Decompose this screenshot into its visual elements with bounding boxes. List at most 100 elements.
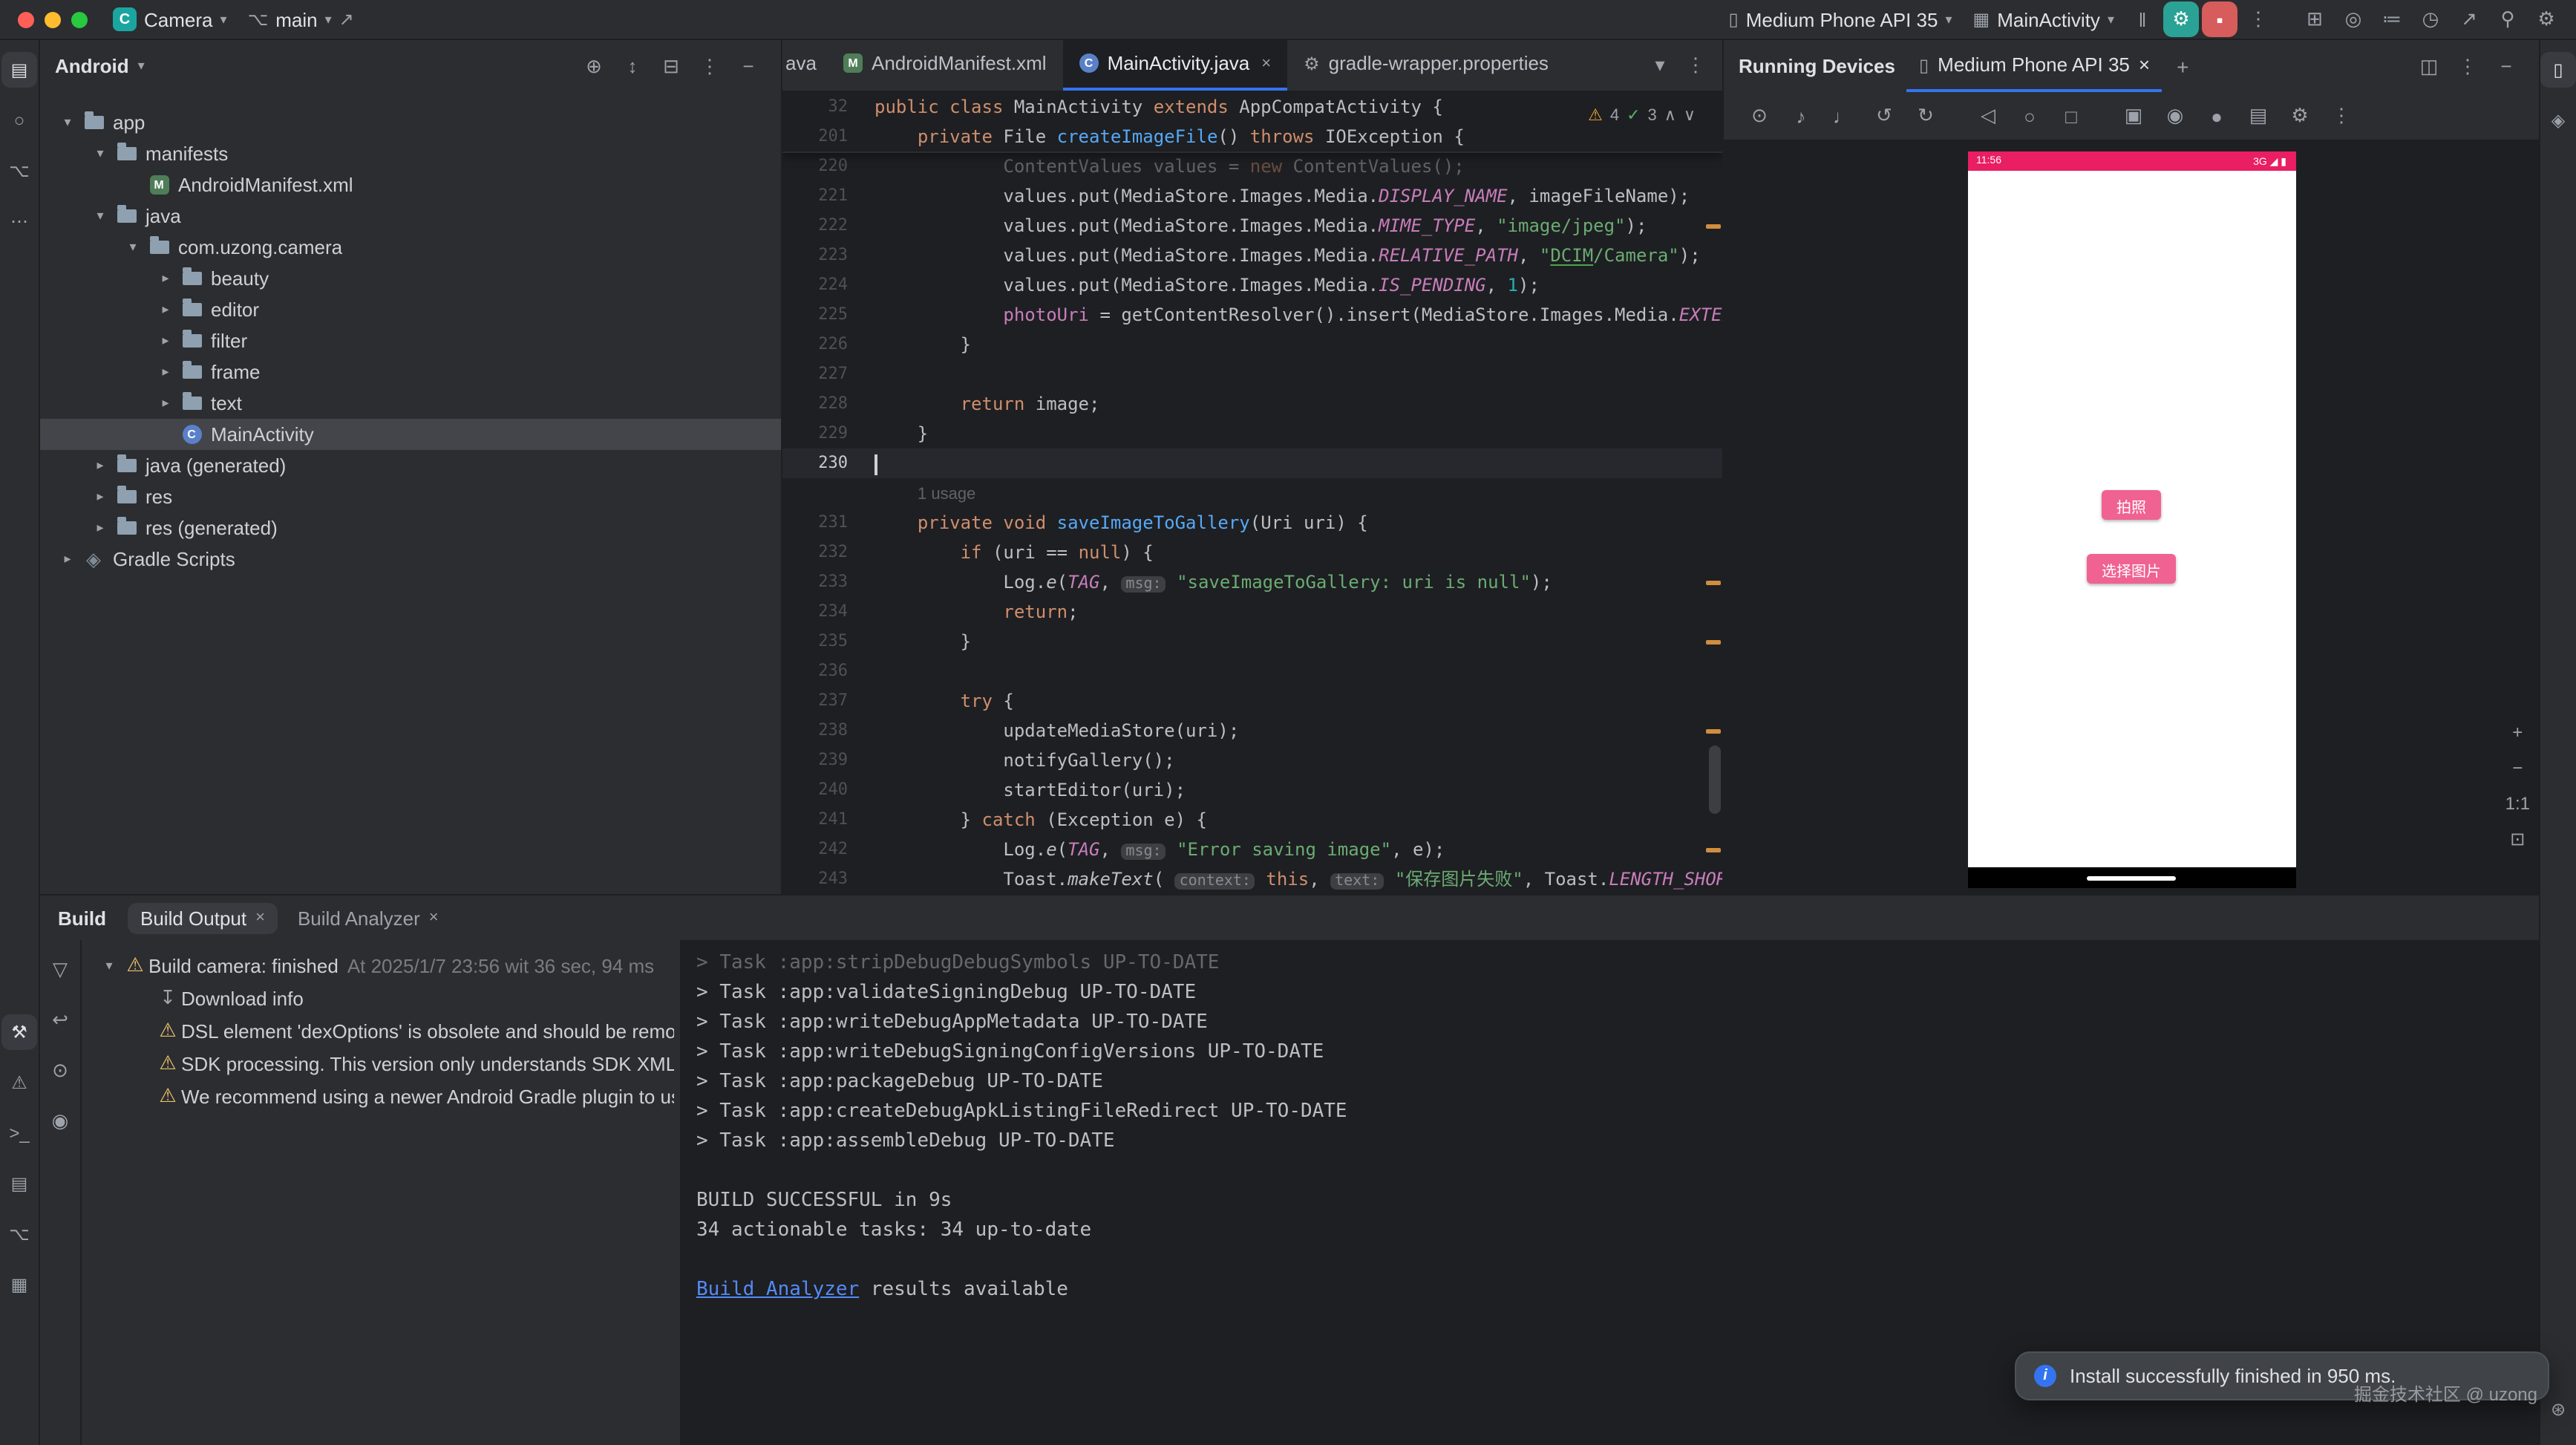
device-explorer-icon[interactable]: ▦ (1, 1267, 37, 1302)
project-icon[interactable]: ▤ (1, 52, 37, 88)
tree-item-androidmanifest-xml[interactable]: MAndroidManifest.xml (40, 169, 781, 200)
apply-changes-button[interactable]: ⚙ (2163, 1, 2199, 37)
preview-icon[interactable]: ◉ (42, 1103, 78, 1139)
close-tab-icon[interactable]: × (1261, 54, 1271, 72)
editor-tab-ava[interactable]: ava (782, 39, 827, 91)
tree-chevron-icon[interactable]: ▸ (153, 395, 178, 411)
filter-icon[interactable]: ▽ (42, 952, 78, 988)
build-tab-build-analyzer[interactable]: Build Analyzer× (284, 902, 452, 933)
device-selector[interactable]: ▯ Medium Phone API 35 ▾ (1719, 4, 1963, 35)
close-window-button[interactable] (18, 11, 34, 27)
rotate-left-icon[interactable]: ↺ (1866, 98, 1902, 134)
run-configuration-selector[interactable]: ▦ MainActivity ▾ (1963, 4, 2125, 35)
soft-wrap-icon[interactable]: ↩ (42, 1002, 78, 1038)
tree-chevron-icon[interactable]: ▾ (120, 239, 146, 255)
change-marker[interactable] (1706, 581, 1721, 585)
camera-icon[interactable]: ◉ (2157, 98, 2193, 134)
tree-item-beauty[interactable]: ▸beauty (40, 263, 781, 294)
search-everywhere-icon[interactable]: ⚲ (2490, 1, 2526, 37)
commit-icon[interactable]: ○ (1, 102, 37, 138)
settings-icon[interactable]: ⚙ (2528, 1, 2564, 37)
rotate-right-icon[interactable]: ↻ (1908, 98, 1944, 134)
project-widget[interactable]: C Camera ▾ (102, 3, 238, 36)
project-view-selector[interactable]: Android (55, 55, 129, 77)
select-image-button[interactable]: 选择图片 (2087, 554, 2176, 584)
build-tab-build-output[interactable]: Build Output× (127, 902, 278, 933)
terminal-icon[interactable]: >_ (1, 1115, 37, 1151)
problems-icon[interactable]: ⚠ (1, 1065, 37, 1100)
hide-icon[interactable]: − (730, 48, 766, 84)
add-device-button[interactable]: + (2177, 54, 2188, 78)
notifications-icon[interactable]: ⊛ (2540, 1392, 2576, 1427)
editor-tab-mainactivity-java[interactable]: CMainActivity.java× (1063, 39, 1288, 91)
profiler-columns-icon[interactable]: ‖ (2125, 1, 2160, 37)
todo-list-icon[interactable]: ≔ (2374, 1, 2410, 37)
logcat-icon[interactable]: ▤ (1, 1166, 37, 1201)
close-tab-icon[interactable]: × (429, 909, 439, 927)
tree-item-text[interactable]: ▸text (40, 388, 781, 419)
gradle-icon[interactable]: ◈ (2540, 102, 2576, 138)
tree-item-filter[interactable]: ▸filter (40, 325, 781, 356)
branch-widget[interactable]: ⌥ main ▾ ↗ (238, 4, 365, 35)
volume-down-icon[interactable]: ♩ (1825, 98, 1860, 134)
prev-problem-icon[interactable]: ∧ (1664, 105, 1676, 125)
more-icon[interactable]: ⋮ (692, 48, 728, 84)
device-tab[interactable]: ▯ Medium Phone API 35 × (1907, 40, 2162, 92)
inspections-widget[interactable]: ⚠ 4 ✓ 3 ∧ ∨ (1582, 104, 1701, 126)
zoom-out-button[interactable]: − (2512, 757, 2523, 778)
tree-item-res[interactable]: ▸res (40, 481, 781, 512)
minimize-window-button[interactable] (45, 11, 61, 27)
home-icon[interactable]: ○ (2012, 98, 2047, 134)
build-event-row[interactable]: ⚠DSL element 'dexOptions' is obsolete an… (88, 1014, 674, 1047)
tree-item-manifests[interactable]: ▾manifests (40, 138, 781, 169)
change-marker[interactable] (1706, 640, 1721, 645)
tree-chevron-icon[interactable]: ▸ (55, 551, 80, 567)
build-event-row[interactable]: ▾⚠Build camera: finishedAt 2025/1/7 23:5… (88, 949, 674, 982)
tree-item-frame[interactable]: ▸frame (40, 356, 781, 388)
tree-chevron-icon[interactable]: ▸ (153, 364, 178, 380)
collapse-all-icon[interactable]: ⊟ (653, 48, 689, 84)
tree-chevron-icon[interactable]: ▸ (88, 457, 113, 474)
change-marker[interactable] (1706, 224, 1721, 229)
tree-item-java-generated-[interactable]: ▸java (generated) (40, 450, 781, 481)
tree-chevron-icon[interactable]: ▸ (88, 520, 113, 536)
zoom-window-button[interactable] (71, 11, 88, 27)
close-icon[interactable]: × (2139, 53, 2150, 76)
tree-chevron-icon[interactable]: ▾ (88, 146, 113, 162)
inspections-icon[interactable]: ◎ (2335, 1, 2371, 37)
running-devices-icon[interactable]: ▯ (2540, 52, 2576, 88)
tree-chevron-icon[interactable]: ▸ (88, 489, 113, 505)
build-icon[interactable]: ⚒ (1, 1014, 37, 1050)
hide-icon[interactable]: − (2488, 48, 2524, 84)
tree-chevron-icon[interactable]: ▾ (88, 208, 113, 224)
build-event-row[interactable]: ↧Download info (88, 982, 674, 1014)
close-tab-icon[interactable]: × (255, 909, 265, 927)
stop-button[interactable]: ▪ (2202, 1, 2237, 37)
more-icon[interactable]: ⋮ (2450, 48, 2485, 84)
tree-chevron-icon[interactable]: ▸ (153, 301, 178, 318)
change-marker[interactable] (1706, 729, 1721, 734)
fit-screen-button[interactable]: ⊡ (2510, 829, 2525, 849)
pin-icon[interactable]: ⊙ (42, 1053, 78, 1089)
more-icon[interactable]: ⋮ (1678, 47, 1713, 82)
tree-item-mainactivity[interactable]: CMainActivity (40, 419, 781, 450)
volume-up-icon[interactable]: ♪ (1783, 98, 1819, 134)
share-icon[interactable]: ↗ (2451, 1, 2487, 37)
next-problem-icon[interactable]: ∨ (1684, 105, 1696, 125)
editor-scrollbar[interactable] (1709, 746, 1721, 814)
build-tower-icon[interactable]: ⊞ (2297, 1, 2333, 37)
version-control-icon[interactable]: ⌥ (1, 1216, 37, 1252)
editor-tab-androidmanifest-xml[interactable]: MAndroidManifest.xml (827, 39, 1063, 91)
screen-record-icon[interactable]: ● (2199, 98, 2235, 134)
more-icon[interactable]: ⋮ (2324, 98, 2359, 134)
tree-chevron-icon[interactable]: ▾ (55, 114, 80, 131)
more-tool-windows-icon[interactable]: ⋯ (1, 203, 37, 239)
tree-chevron-icon[interactable]: ▸ (153, 270, 178, 287)
tree-chevron-icon[interactable]: ▾ (97, 957, 122, 973)
tree-item-res-generated-[interactable]: ▸res (generated) (40, 512, 781, 544)
expand-all-icon[interactable]: ↕ (615, 48, 650, 84)
tree-item-gradle-scripts[interactable]: ▸◈Gradle Scripts (40, 544, 781, 575)
screenshot-icon[interactable]: ▣ (2116, 98, 2151, 134)
pull-requests-icon[interactable]: ⌥ (1, 153, 37, 189)
change-marker[interactable] (1706, 848, 1721, 852)
